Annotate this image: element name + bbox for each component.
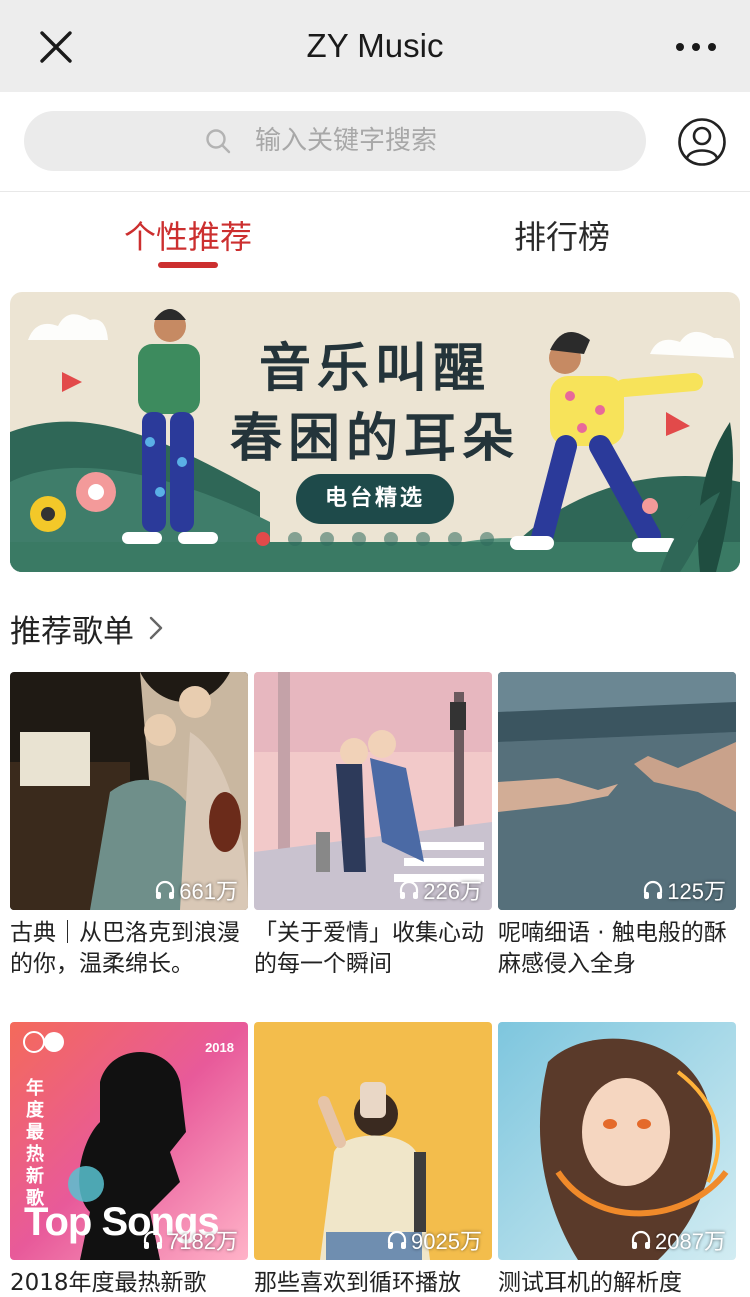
play-count-text: 661万	[179, 879, 238, 904]
play-count: 9025万	[386, 1224, 482, 1256]
playlist-card[interactable]: 226万 「关于爱情」收集心动的每一个瞬间	[254, 672, 492, 980]
headphones-icon	[143, 1230, 163, 1249]
banner-headline-1: 音乐叫醒	[258, 339, 491, 399]
headphones-icon	[387, 1230, 407, 1249]
banner-tag: 电台精选	[296, 474, 454, 524]
section-title: 推荐歌单	[10, 613, 134, 650]
play-count: 7182万	[142, 1224, 238, 1256]
playlist-title: 测试耳机的解析度	[498, 1270, 682, 1296]
banner-headline-2: 春困的耳朵	[229, 409, 520, 469]
playlist-title: 那些喜欢到循环播放	[254, 1270, 461, 1296]
banner-dot[interactable]	[384, 532, 398, 546]
play-count: 661万	[154, 874, 238, 906]
playlist-title: 2018年度最热新歌	[10, 1270, 207, 1296]
active-tab-indicator	[158, 262, 218, 268]
headphones-icon	[644, 880, 663, 899]
play-count-text: 9025万	[411, 1229, 482, 1254]
headphones-icon	[156, 880, 175, 899]
app-title: ZY Music	[306, 27, 444, 64]
play-count: 226万	[398, 874, 482, 906]
banner-dot[interactable]	[288, 532, 302, 546]
playlist-cover: 226万	[254, 672, 492, 910]
top-navbar: ZY Music	[0, 0, 750, 92]
banner-dot[interactable]	[256, 532, 270, 546]
playlist-card[interactable]: 2087万 测试耳机的解析度	[498, 1022, 736, 1297]
play-count-text: 125万	[667, 879, 726, 904]
banner-pagination	[10, 532, 740, 546]
tab-rankings[interactable]: 排行榜	[514, 212, 610, 262]
playlist-cover: 125万	[498, 672, 736, 910]
banner-dot[interactable]	[320, 532, 334, 546]
search-icon	[206, 129, 231, 154]
play-count-text: 7182万	[167, 1229, 238, 1254]
playlist-cover: 2087万	[498, 1022, 736, 1260]
tab-bar: 个性推荐 排行榜	[0, 192, 750, 278]
banner-dot[interactable]	[448, 532, 462, 546]
recommended-playlists-header[interactable]: 推荐歌单	[10, 604, 164, 652]
banner-dot[interactable]	[480, 532, 494, 546]
search-input[interactable]	[255, 126, 465, 156]
tab-recommend[interactable]: 个性推荐	[124, 212, 252, 262]
cover-year: 2018	[205, 1040, 234, 1055]
close-icon[interactable]	[28, 24, 84, 70]
playlist-cover: 2018 年度最热新歌 Top Songs 7182万	[10, 1022, 248, 1260]
cover-vertical-text: 年度最热新歌	[26, 1078, 44, 1209]
playlist-title: 呢喃细语 · 触电般的酥麻感侵入全身	[498, 920, 727, 977]
chevron-right-icon	[149, 616, 163, 640]
playlist-cover: 661万	[10, 672, 248, 910]
promo-banner[interactable]: 音乐叫醒 春困的耳朵 电台精选	[10, 292, 740, 572]
playlist-title: 古典｜从巴洛克到浪漫的你，温柔绵长。	[10, 920, 240, 977]
playlist-card[interactable]: 661万 古典｜从巴洛克到浪漫的你，温柔绵长。	[10, 672, 248, 980]
search-box[interactable]	[24, 111, 646, 171]
playlist-card[interactable]: 125万 呢喃细语 · 触电般的酥麻感侵入全身	[498, 672, 736, 980]
more-icon[interactable]	[668, 26, 724, 68]
play-count: 125万	[642, 874, 726, 906]
headphones-icon	[400, 880, 419, 899]
playlist-title: 「关于爱情」收集心动的每一个瞬间	[254, 920, 484, 977]
playlist-card[interactable]: 9025万 那些喜欢到循环播放	[254, 1022, 492, 1297]
headphones-icon	[631, 1230, 651, 1249]
play-count-text: 2087万	[655, 1229, 726, 1254]
play-count-text: 226万	[423, 879, 482, 904]
search-bar-row	[0, 92, 750, 192]
banner-dot[interactable]	[416, 532, 430, 546]
user-profile-icon[interactable]	[677, 117, 727, 167]
playlist-cover: 9025万	[254, 1022, 492, 1260]
playlist-card[interactable]: 2018 年度最热新歌 Top Songs 7182万 2018年度最热新歌	[10, 1022, 248, 1297]
banner-dot[interactable]	[352, 532, 366, 546]
play-count: 2087万	[630, 1224, 726, 1256]
